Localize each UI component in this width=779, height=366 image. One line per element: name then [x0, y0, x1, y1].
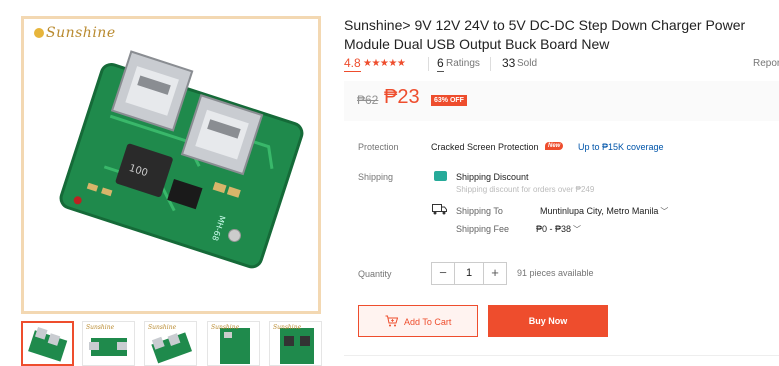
divider — [428, 57, 429, 71]
sold-count: 33 — [502, 56, 516, 70]
thumbnail[interactable]: Sunshine — [269, 321, 322, 366]
report-link[interactable]: Report — [753, 58, 779, 69]
star-rating-icon: ★★★★★ — [363, 58, 406, 69]
divider — [344, 355, 779, 356]
original-price: ₱62 — [357, 93, 379, 107]
sold-label: Sold — [517, 58, 538, 69]
quantity-input[interactable]: 1 — [455, 263, 483, 284]
shipping-fee-label: Shipping Fee — [456, 224, 510, 234]
brand-logo: Sunshine — [34, 25, 116, 41]
discount-badge: 63% OFF — [431, 95, 467, 106]
thumbnail[interactable]: Sunshine — [207, 321, 260, 366]
product-page: Sunshine 100 MH-68 Sunshine Sunshine Sun… — [0, 0, 779, 366]
free-shipping-icon — [434, 171, 447, 181]
main-product-image[interactable]: Sunshine 100 MH-68 — [21, 16, 321, 314]
add-to-cart-button[interactable]: Add To Cart — [358, 305, 478, 337]
pieces-available: 91 pieces available — [517, 268, 594, 278]
shipping-fee-dropdown[interactable]: ₱0 - ₱38 ﹀ — [536, 224, 581, 235]
chevron-down-icon: ﹀ — [573, 225, 582, 234]
increase-button[interactable]: + — [483, 263, 506, 284]
thumbnail-strip: Sunshine Sunshine Sunshine Sunshine — [21, 321, 322, 366]
coverage-link[interactable]: Up to ₱15K coverage — [578, 142, 664, 152]
divider — [490, 57, 491, 71]
current-price: ₱23 — [384, 86, 420, 108]
product-title: Sunshine> 9V 12V 24V to 5V DC-DC Step Do… — [344, 17, 746, 52]
quantity-label: Quantity — [358, 269, 392, 279]
ratings-count[interactable]: 6 — [437, 56, 444, 72]
ratings-label: Ratings — [446, 58, 480, 69]
buy-now-button[interactable]: Buy Now — [488, 305, 608, 337]
thumbnail[interactable]: Sunshine — [144, 321, 197, 366]
shipping-discount-title: Shipping Discount — [456, 172, 529, 182]
shipping-discount-note: Shipping discount for orders over ₱249 — [456, 185, 595, 194]
thumbnail[interactable] — [21, 321, 74, 366]
decrease-button[interactable]: − — [432, 263, 455, 284]
truck-icon — [432, 204, 447, 215]
protection-name[interactable]: Cracked Screen Protection — [431, 142, 539, 152]
thumbnail[interactable]: Sunshine — [82, 321, 135, 366]
rating-score[interactable]: 4.8 — [344, 56, 361, 72]
price-box: ₱62 ₱23 63% OFF — [344, 81, 779, 121]
shipping-label: Shipping — [358, 172, 394, 182]
chevron-down-icon: ﹀ — [660, 207, 669, 216]
quantity-stepper: − 1 + — [431, 262, 507, 285]
shipping-to-label: Shipping To — [456, 206, 503, 216]
cart-icon — [385, 315, 398, 327]
protection-label: Protection — [358, 142, 399, 152]
shipping-to-dropdown[interactable]: Muntinlupa City, Metro Manila ﹀ — [540, 206, 668, 217]
rating-row: 4.8 ★★★★★ 6 Ratings 33 Sold Report — [344, 56, 779, 74]
add-to-cart-label: Add To Cart — [404, 317, 452, 327]
new-badge: New — [545, 142, 564, 150]
pcb-image: 100 MH-68 — [59, 50, 304, 269]
